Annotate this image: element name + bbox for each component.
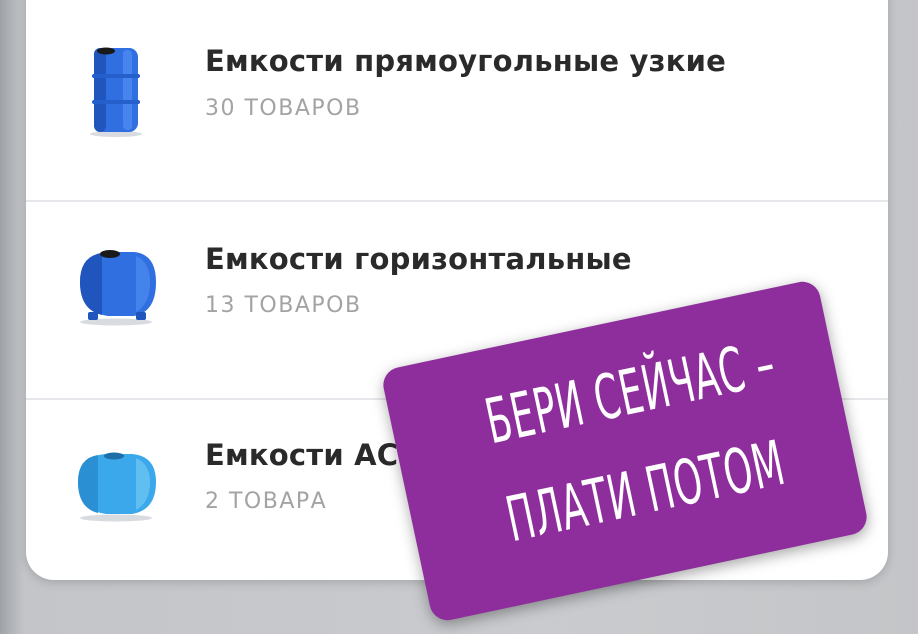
promo-line-1: БЕРИ СЕЙЧАС – bbox=[479, 325, 782, 459]
category-count: 30 ТОВАРОВ bbox=[205, 96, 362, 121]
category-title: Емкости АС bbox=[205, 438, 399, 472]
category-count: 13 ТОВАРОВ bbox=[205, 293, 362, 318]
tank-rectangular-narrow-icon bbox=[66, 38, 166, 138]
category-item-rectangular-narrow[interactable]: Емкости прямоугольные узкие 30 ТОВАРОВ bbox=[26, 0, 888, 196]
category-count: 2 ТОВАРА bbox=[205, 489, 328, 514]
tank-light-blue-icon bbox=[66, 426, 166, 526]
promo-line-2: ПЛАТИ ПОТОМ bbox=[499, 426, 791, 557]
category-title: Емкости прямоугольные узкие bbox=[205, 44, 726, 78]
category-title: Емкости горизонтальные bbox=[205, 242, 632, 276]
tank-horizontal-icon bbox=[66, 232, 166, 332]
